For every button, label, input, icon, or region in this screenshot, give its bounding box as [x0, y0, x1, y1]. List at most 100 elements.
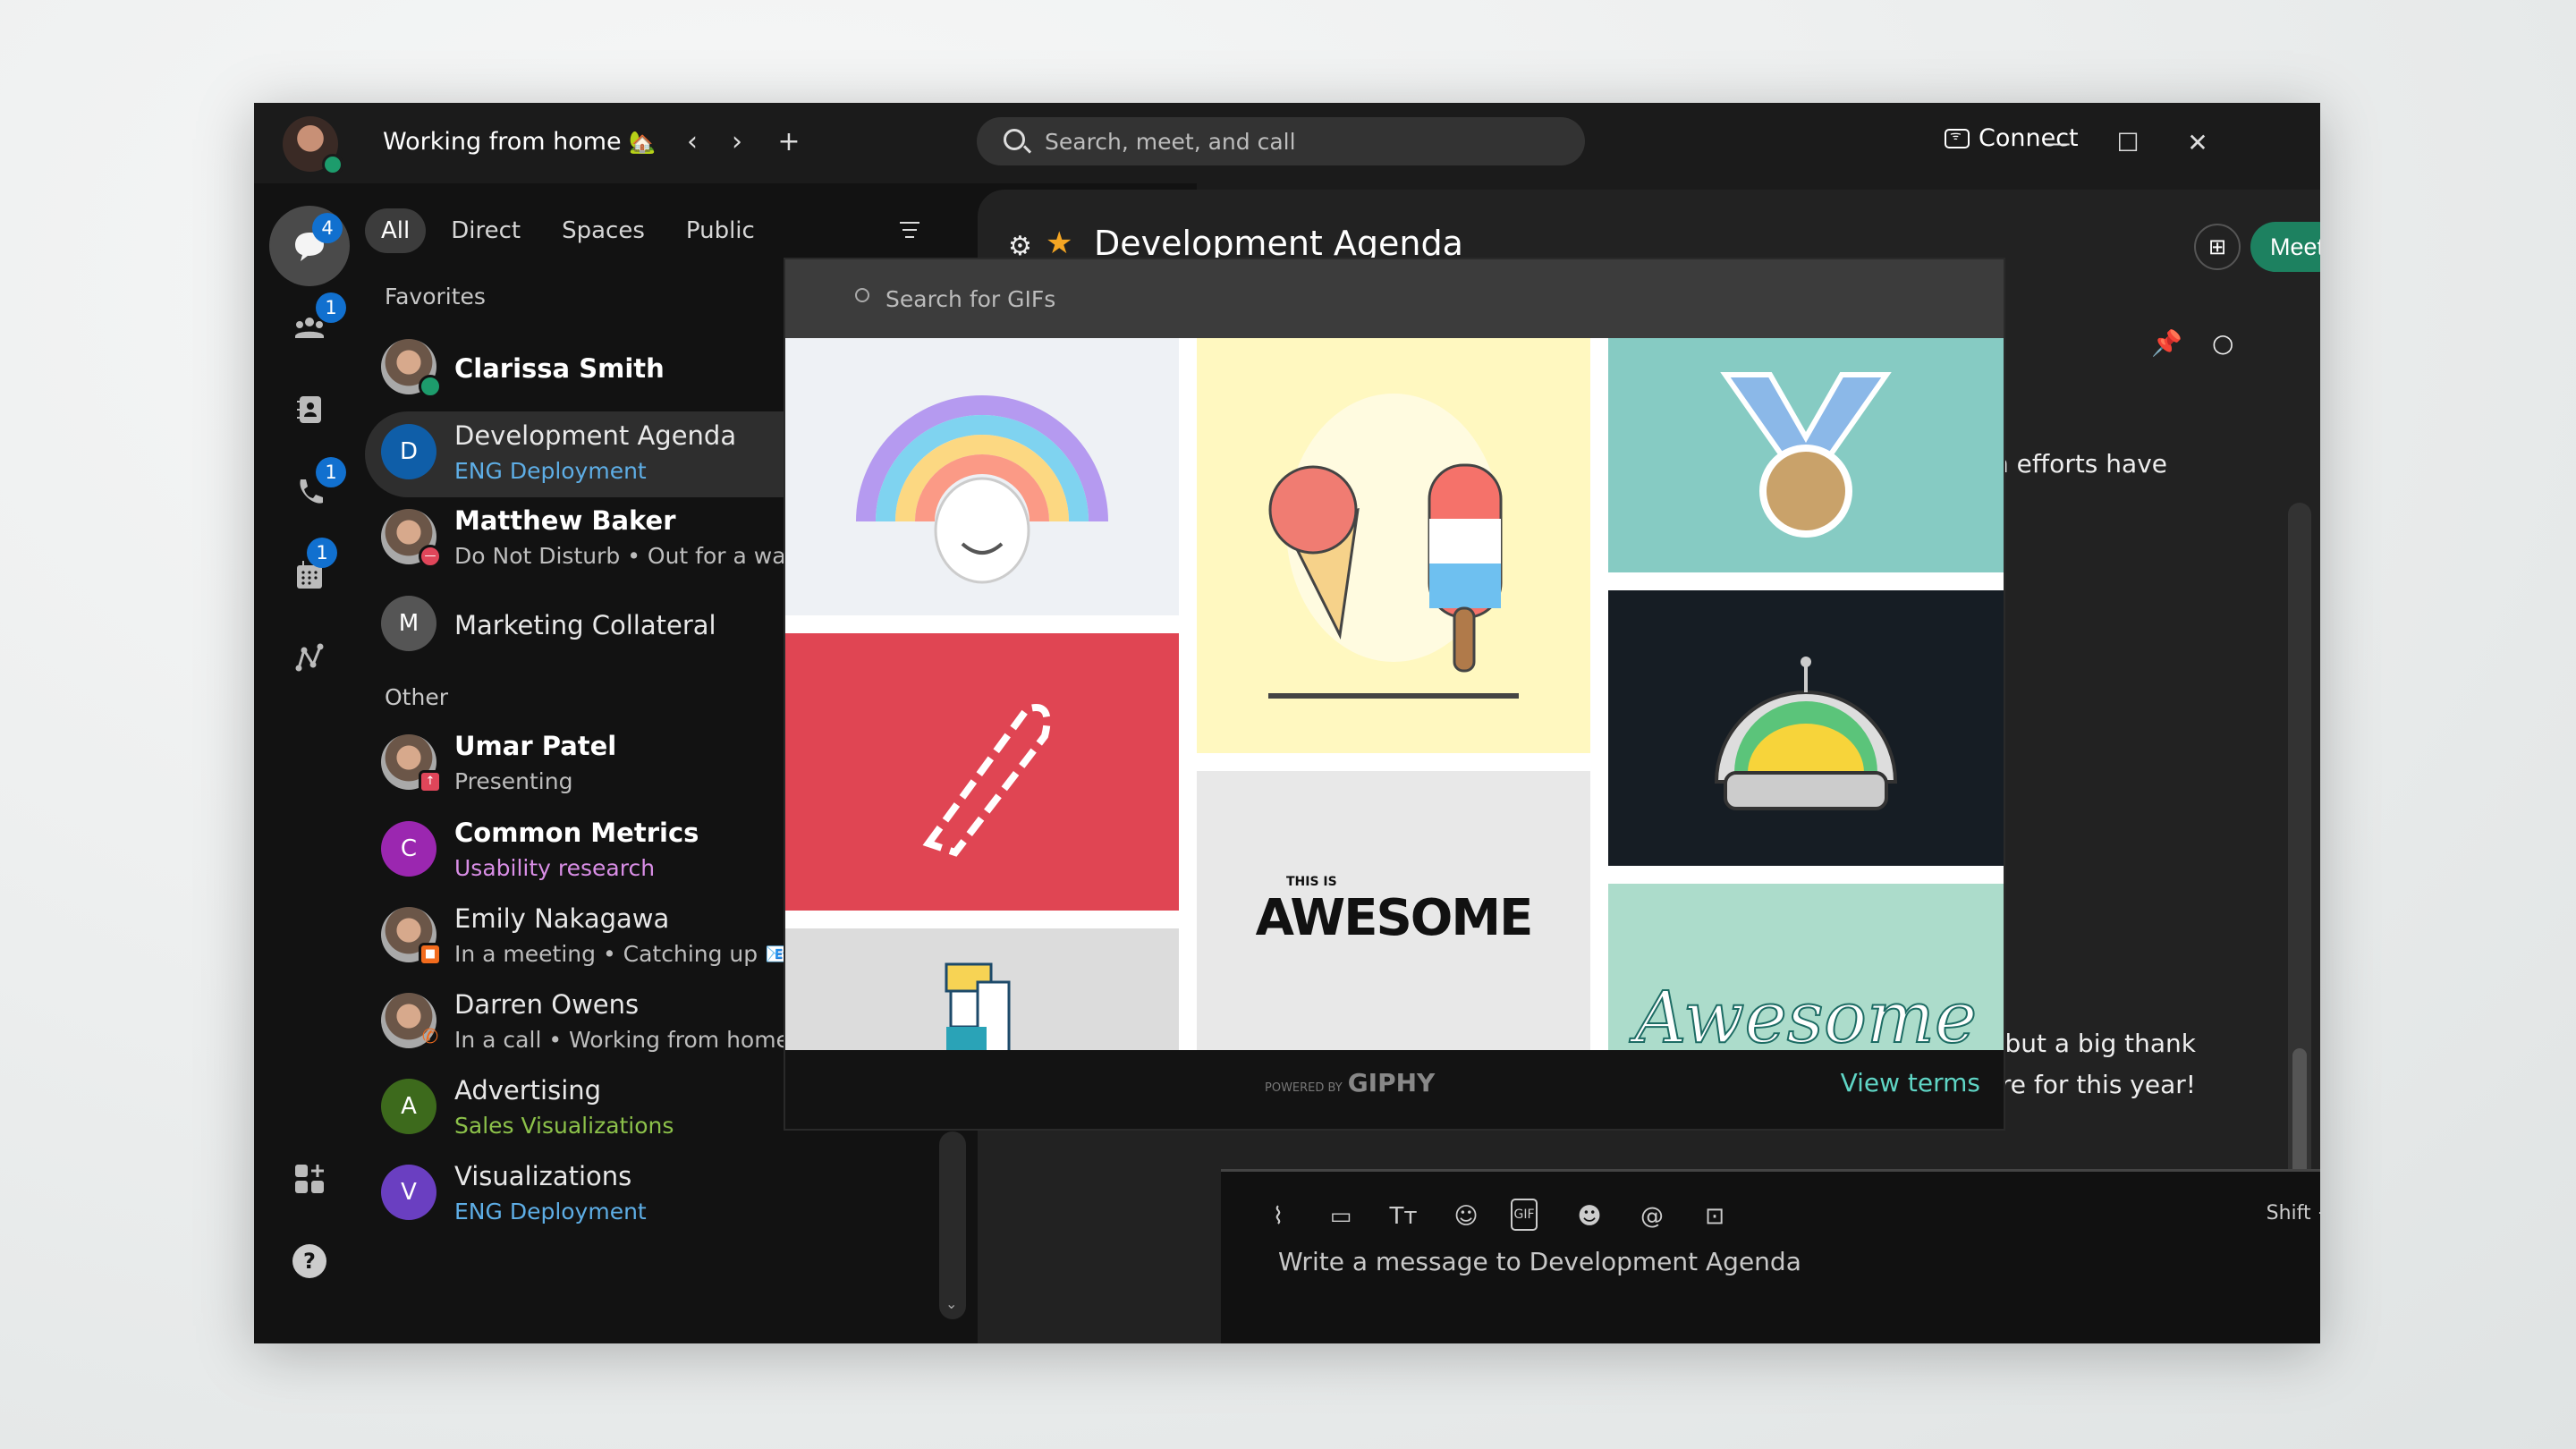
search-messages-icon[interactable]: ○	[2212, 328, 2233, 358]
newline-hint: Shift + Enter for a new line	[2266, 1202, 2320, 1224]
conversation-name: Matthew Baker	[454, 505, 676, 536]
teams-badge: 1	[316, 292, 346, 323]
conversation-name: Umar Patel	[454, 731, 617, 761]
avatar: V	[381, 1165, 436, 1220]
tab-direct[interactable]: Direct	[435, 208, 537, 253]
section-other: Other	[385, 684, 448, 710]
conversation-name: Development Agenda	[454, 420, 737, 451]
minimize-button[interactable]: —	[2036, 121, 2080, 165]
add-apps-button[interactable]	[269, 1139, 350, 1219]
search-icon	[1004, 129, 1025, 150]
calendar-add-icon: ⊞	[2207, 234, 2227, 259]
screenshot-icon[interactable]: ▭	[1323, 1199, 1359, 1234]
in-call-icon: ✆	[421, 1026, 439, 1048]
format-text-icon[interactable]: Tт	[1385, 1199, 1421, 1234]
gif-caption: AWESOME	[1255, 888, 1534, 947]
conversation-name: Advertising	[454, 1075, 602, 1106]
conversation-name: Clarissa Smith	[454, 353, 665, 384]
forward-button[interactable]: ›	[719, 124, 755, 160]
avatar: M	[381, 596, 436, 651]
gif-rocket[interactable]	[785, 633, 1179, 911]
new-button[interactable]: +	[771, 124, 807, 160]
rail-teams[interactable]: 1	[269, 287, 350, 368]
gif-grid: THIS IS AWESOME Awesome	[785, 338, 2004, 1050]
help-button[interactable]: ?	[269, 1221, 350, 1301]
sidebar-scrollbar[interactable]: ⌄	[939, 1131, 966, 1319]
settings-gear-icon[interactable]: ⚙	[1008, 231, 1032, 262]
conversation-visualizations[interactable]: V Visualizations ENG Deployment	[365, 1152, 1036, 1238]
powered-by-label: POWERED BY	[1265, 1081, 1343, 1095]
gif-this-is-awesome[interactable]: THIS IS AWESOME	[1197, 771, 1590, 1050]
meet-button[interactable]: Meet	[2250, 222, 2320, 272]
schedule-meeting-button[interactable]: ⊞	[2194, 224, 2241, 270]
rainbow-icon	[856, 395, 1108, 584]
rail-contacts[interactable]	[269, 369, 350, 450]
help-icon: ?	[292, 1244, 326, 1278]
sticker-icon[interactable]: ☻	[1572, 1199, 1607, 1234]
gif-medal[interactable]	[1608, 338, 2004, 572]
gif-footer: POWERED BY GIPHY View terms	[785, 1050, 2004, 1129]
tab-spaces[interactable]: Spaces	[546, 208, 661, 253]
pin-icon[interactable]: 📌	[2151, 328, 2182, 358]
filter-tabs: All Direct Spaces Public	[365, 208, 771, 253]
maximize-button[interactable]: ☐	[2106, 121, 2150, 165]
gif-search-input[interactable]	[886, 281, 1601, 317]
tab-public[interactable]: Public	[670, 208, 771, 253]
conversation-name: Common Metrics	[454, 818, 699, 848]
gif-rainbow-smile[interactable]	[785, 338, 1179, 615]
gif-icon[interactable]: GIF	[1511, 1199, 1538, 1231]
share-contact-icon[interactable]: ⊡	[1697, 1199, 1733, 1234]
house-emoji-icon: 🏡	[629, 130, 657, 155]
gif-caption-top: THIS IS	[1286, 874, 1337, 889]
gif-picker: THIS IS AWESOME Awesome POWERED BY GIPHY…	[785, 259, 2004, 1129]
gif-cat-hug[interactable]	[785, 928, 1179, 1050]
rail-apphub[interactable]	[269, 617, 350, 698]
tab-all[interactable]: All	[365, 208, 427, 253]
taco-astronaut-icon	[1714, 657, 1898, 810]
space-title: Development Agenda	[1094, 224, 1463, 263]
presenting-icon: ↑	[419, 770, 442, 793]
presence-available-icon	[322, 154, 343, 175]
attach-icon[interactable]: ⌇	[1260, 1199, 1296, 1234]
avatar: —	[381, 509, 442, 568]
dnd-icon: —	[419, 545, 442, 568]
filter-icon[interactable]	[900, 222, 919, 240]
title-bar: Working from home 🏡 ‹ › + Search, meet, …	[254, 103, 2320, 183]
avatar: ■	[381, 907, 442, 966]
gif-search-bar	[785, 259, 2004, 338]
back-button[interactable]: ‹	[674, 124, 710, 160]
giphy-logo: GIPHY	[1347, 1068, 1436, 1097]
video-meeting-icon: ■	[419, 943, 442, 966]
emoji-icon[interactable]: ☺	[1448, 1199, 1484, 1234]
connected-nodes-icon	[295, 643, 324, 672]
mention-icon[interactable]: @	[1634, 1199, 1670, 1234]
global-search[interactable]: Search, meet, and call	[977, 117, 1585, 165]
character-icon	[945, 962, 1011, 1050]
messaging-badge: 4	[312, 213, 343, 243]
close-button[interactable]: ✕	[2175, 121, 2220, 165]
conversation-name: Emily Nakagawa	[454, 903, 670, 934]
rocket-icon	[922, 704, 1051, 857]
my-status[interactable]: Working from home 🏡	[383, 128, 656, 156]
add-apps-icon	[295, 1165, 324, 1193]
app-window: Working from home 🏡 ‹ › + Search, meet, …	[254, 103, 2320, 1343]
message-input[interactable]	[1278, 1241, 2320, 1281]
contacts-icon	[297, 396, 321, 423]
gif-awesome-script[interactable]: Awesome	[1608, 884, 2004, 1050]
gif-space-taco[interactable]	[1608, 590, 2004, 866]
avatar	[381, 339, 442, 398]
conversation-name: Visualizations	[454, 1161, 632, 1191]
view-terms-link[interactable]: View terms	[1841, 1068, 1980, 1097]
status-text: Working from home	[383, 128, 622, 156]
gif-ice-cream-popsicle[interactable]	[1197, 338, 1590, 753]
rail-messaging[interactable]: 4	[269, 206, 350, 286]
conversation-name: Darren Owens	[454, 989, 640, 1020]
compose-area: ⌇ ▭ Tт ☺ GIF ☻ @ ⊡ Shift + Enter for a n…	[1221, 1169, 2320, 1343]
medal-icon	[1720, 372, 1892, 538]
rail-calling[interactable]: 1	[269, 452, 350, 532]
favorite-star-icon[interactable]: ★	[1046, 225, 1072, 261]
gif-caption: Awesome	[1634, 975, 1978, 1050]
my-avatar[interactable]	[283, 116, 343, 175]
avatar: ✆	[381, 993, 438, 1048]
rail-meetings[interactable]: 1	[269, 534, 350, 614]
